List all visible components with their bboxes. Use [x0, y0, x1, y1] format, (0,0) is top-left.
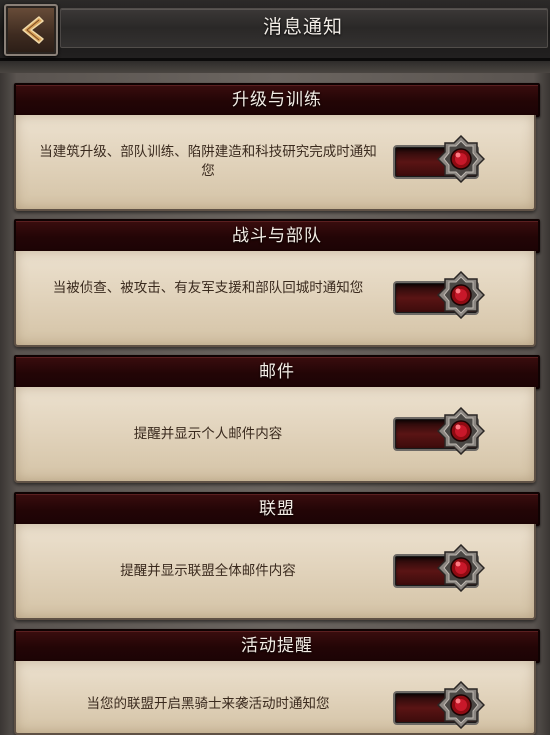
section-description: 当您的联盟开启黑骑士来袭活动时通知您: [86, 696, 330, 712]
section-description: 当建筑升级、部队训练、陷阱建造和科技研究完成时通知您: [39, 144, 377, 179]
red-gem-knob-icon: [437, 681, 485, 729]
header-divider: [0, 61, 550, 73]
section-card: 提醒并显示个人邮件内容: [14, 387, 536, 483]
section-title: 战斗与部队: [232, 226, 322, 246]
section-card: 当您的联盟开启黑骑士来袭活动时通知您: [14, 661, 536, 735]
section-header: 战斗与部队: [14, 219, 540, 253]
notification-toggle[interactable]: [393, 407, 487, 455]
red-gem-knob-icon: [437, 407, 485, 455]
section-card: 当被侦查、被攻击、有友军支援和部队回城时通知您: [14, 251, 536, 347]
section-description: 提醒并显示联盟全体邮件内容: [120, 563, 296, 579]
top-bar: 消息通知: [0, 0, 550, 61]
red-gem-knob-icon: [437, 135, 485, 183]
section-header: 联盟: [14, 492, 540, 526]
notification-toggle[interactable]: [393, 135, 487, 183]
red-gem-knob-icon: [437, 271, 485, 319]
notification-toggle[interactable]: [393, 681, 487, 729]
page-title: 消息通知: [262, 16, 343, 38]
section-header: 活动提醒: [14, 629, 540, 663]
section-header: 邮件: [14, 355, 540, 389]
back-arrow-icon: [22, 16, 44, 44]
section-card: 当建筑升级、部队训练、陷阱建造和科技研究完成时通知您: [14, 115, 536, 211]
section-description: 当被侦查、被攻击、有友军支援和部队回城时通知您: [52, 280, 364, 296]
back-button[interactable]: [4, 4, 58, 56]
section-card: 提醒并显示联盟全体邮件内容: [14, 524, 536, 620]
notification-toggle[interactable]: [393, 271, 487, 319]
red-gem-knob-icon: [437, 544, 485, 592]
section-header: 升级与训练: [14, 83, 540, 117]
notification-toggle[interactable]: [393, 544, 487, 592]
section-title: 邮件: [259, 362, 295, 382]
section-description: 提醒并显示个人邮件内容: [133, 426, 283, 442]
section-title: 联盟: [259, 499, 295, 519]
section-title: 升级与训练: [232, 90, 322, 110]
section-title: 活动提醒: [241, 636, 313, 656]
